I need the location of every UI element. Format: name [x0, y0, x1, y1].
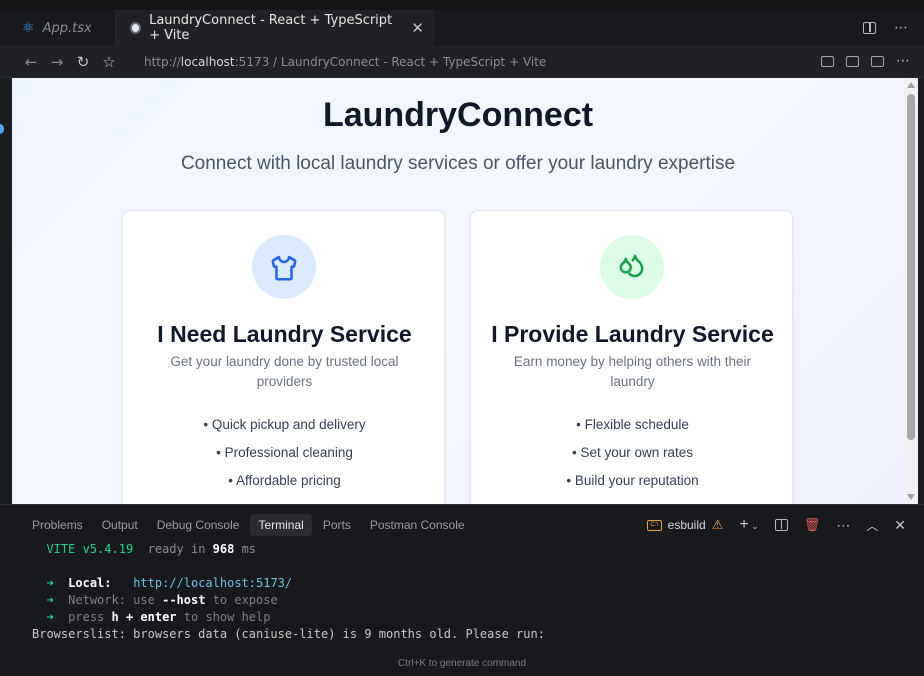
- terminal-line: ➜ press h + enter to show help: [32, 609, 545, 626]
- tab-problems[interactable]: Problems: [24, 514, 91, 536]
- activity-indicator: [0, 124, 4, 134]
- close-icon[interactable]: ✕: [411, 19, 424, 37]
- press-key: h + enter: [111, 610, 177, 624]
- page-subtitle: Connect with local laundry services or o…: [180, 153, 736, 174]
- terminal-line: ➜ Network: use --host to expose: [32, 592, 545, 609]
- react-icon: ⚛: [22, 20, 35, 36]
- ready-text: ready in: [147, 542, 206, 556]
- split-editor-icon[interactable]: [863, 22, 876, 34]
- network-use: use: [133, 593, 155, 607]
- trash-icon[interactable]: 🗑: [804, 517, 821, 533]
- arrow-icon: ➜: [46, 610, 54, 624]
- vite-version: v5.4.19: [82, 542, 134, 556]
- shirt-icon: [252, 235, 316, 299]
- more-actions-icon[interactable]: ⋯: [836, 517, 850, 534]
- arrow-icon: ➜: [46, 593, 54, 607]
- url-prefix: http://: [144, 54, 181, 69]
- list-item: • Affordable pricing: [228, 473, 341, 488]
- customer-card[interactable]: I Need Laundry Service Get your laundry …: [122, 210, 445, 504]
- more-actions-icon[interactable]: ⋯: [894, 20, 908, 36]
- address-bar-actions: ⋯: [821, 54, 924, 68]
- network-expose: to expose: [212, 593, 278, 607]
- provider-card[interactable]: I Provide Laundry Service Earn money by …: [470, 210, 793, 504]
- list-item: • Set your own rates: [571, 445, 694, 460]
- list-item: • Quick pickup and delivery: [203, 417, 366, 432]
- terminal-selector[interactable]: C:\ esbuild ⚠: [646, 517, 724, 533]
- terminal-icon: C:\: [646, 519, 662, 531]
- scroll-down-icon[interactable]: [907, 494, 915, 500]
- scroll-thumb[interactable]: [907, 94, 915, 440]
- list-item: • Build your reputation: [566, 473, 699, 488]
- list-item: • Professional cleaning: [216, 445, 353, 460]
- tab-terminal[interactable]: Terminal: [250, 514, 312, 536]
- arrow-icon: ➜: [46, 576, 54, 590]
- card-description: Earn money by helping others with their …: [513, 354, 752, 389]
- terminal-line: Browserslist: browsers data (caniuse-lit…: [32, 626, 545, 643]
- inspect-icon[interactable]: [821, 56, 834, 67]
- network-flag: --host: [162, 593, 206, 607]
- split-terminal-icon[interactable]: [774, 519, 788, 531]
- page-title: LaundryConnect: [322, 96, 594, 134]
- card-description: Get your laundry done by trusted local p…: [170, 354, 399, 389]
- local-url-link[interactable]: http://localhost:5173/: [133, 576, 292, 590]
- maximize-panel-icon[interactable]: ︿: [866, 517, 878, 534]
- scroll-up-icon[interactable]: [907, 82, 915, 88]
- new-terminal-icon[interactable]: + ⌄: [739, 516, 758, 534]
- more-actions-icon[interactable]: ⋯: [896, 54, 910, 68]
- terminal-line: VITE v5.4.19 ready in 968 ms: [32, 541, 545, 558]
- panel-actions: C:\ esbuild ⚠ + ⌄ 🗑 ⋯ ︿ ✕: [646, 516, 906, 534]
- ready-ms: 968: [212, 542, 235, 556]
- editor-tab-bar: ⚛ App.tsx LaundryConnect - React + TypeS…: [0, 10, 924, 46]
- card-title: I Provide Laundry Service: [491, 321, 774, 347]
- tab-label: App.tsx: [42, 20, 92, 36]
- droplets-icon: [600, 235, 664, 299]
- list-item: • Flexible schedule: [576, 417, 689, 432]
- bottom-panel: Problems Output Debug Console Terminal P…: [0, 504, 924, 676]
- terminal-name: esbuild: [667, 518, 706, 532]
- viewport-scrollbar[interactable]: [904, 78, 918, 504]
- tab-output[interactable]: Output: [94, 514, 146, 536]
- browserslist-warning: Browserslist: browsers data (caniuse-lit…: [32, 627, 545, 641]
- network-label: Network:: [68, 593, 126, 607]
- window-top-strip: [0, 0, 924, 10]
- terminal-output[interactable]: VITE v5.4.19 ready in 968 ms ➜ Local: ht…: [32, 541, 545, 643]
- url-field[interactable]: http://localhost:5173 / LaundryConnect -…: [144, 55, 546, 69]
- feature-list: • Flexible schedule • Set your own rates…: [471, 415, 794, 499]
- feature-list: • Quick pickup and delivery • Profession…: [123, 415, 446, 499]
- browser-address-bar: ← → ↻ ☆ http://localhost:5173 / LaundryC…: [0, 46, 924, 78]
- close-panel-icon[interactable]: ✕: [894, 517, 906, 534]
- tab-postman-console[interactable]: Postman Console: [362, 514, 473, 536]
- tab-app-tsx[interactable]: ⚛ App.tsx: [0, 10, 116, 46]
- tab-ports[interactable]: Ports: [315, 514, 359, 536]
- forward-icon[interactable]: →: [44, 53, 70, 71]
- card-title: I Need Laundry Service: [157, 321, 412, 347]
- generate-command-hint: Ctrl+K to generate command: [397, 658, 527, 669]
- tab-debug-console[interactable]: Debug Console: [149, 514, 248, 536]
- url-host: localhost: [180, 54, 235, 69]
- tabbar-actions: ⋯: [863, 10, 924, 46]
- url-rest: :5173 / LaundryConnect - React + TypeScr…: [234, 54, 547, 69]
- tab-browser-preview[interactable]: LaundryConnect - React + TypeScript + Vi…: [116, 10, 434, 46]
- vite-name: VITE: [46, 542, 76, 556]
- terminal-line: ➜ Local: http://localhost:5173/: [32, 575, 545, 592]
- local-label: Local:: [68, 576, 112, 590]
- tab-label: LaundryConnect - React + TypeScript + Vi…: [149, 13, 393, 43]
- back-icon[interactable]: ←: [18, 53, 44, 71]
- press-help: to show help: [183, 610, 271, 624]
- ms-unit: ms: [241, 542, 257, 556]
- panel-tabs: Problems Output Debug Console Terminal P…: [24, 514, 476, 536]
- browser-viewport: LaundryConnect Connect with local laundr…: [12, 78, 904, 504]
- globe-icon: [130, 22, 142, 34]
- sidebar-toggle-icon[interactable]: [871, 56, 884, 67]
- warning-icon: ⚠: [711, 517, 724, 532]
- press-text: press: [68, 610, 105, 624]
- console-icon[interactable]: [846, 56, 859, 67]
- reload-icon[interactable]: ↻: [70, 53, 96, 71]
- bookmark-star-icon[interactable]: ☆: [96, 53, 122, 71]
